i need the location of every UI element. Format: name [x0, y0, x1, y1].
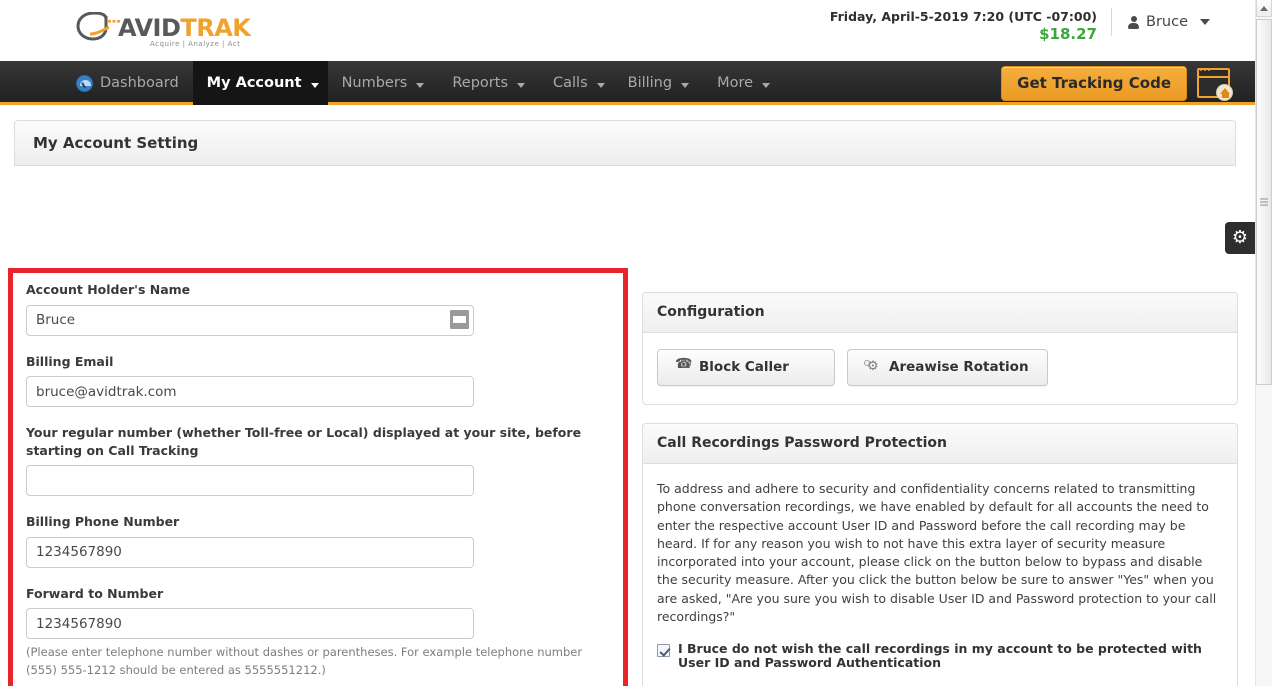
nav-item-dashboard[interactable]: Dashboard: [62, 61, 193, 105]
chevron-down-icon: [416, 82, 425, 88]
field-billing-phone-number: [26, 536, 474, 568]
logo-wordmark: AVIDTRAK: [118, 14, 251, 42]
field-account-holder-name: [26, 304, 474, 336]
areawise-rotation-label: Areawise Rotation: [889, 359, 1029, 375]
nav-item-numbers[interactable]: Numbers: [328, 61, 439, 105]
page-title-bar: My Account Setting: [14, 120, 1236, 166]
nav-right-cluster: Get Tracking Code: [1001, 61, 1233, 105]
nav-label-numbers: Numbers: [341, 75, 408, 91]
datetime-balance-group: Friday, April-5-2019 7:20 (UTC -07:00) $…: [830, 8, 1111, 44]
label-forward-to-number: Forward to Number: [26, 585, 164, 601]
gear-icon: ⚙: [1231, 227, 1249, 248]
billing-email-input[interactable]: [26, 376, 474, 407]
user-menu-label: Bruce: [1146, 14, 1188, 30]
user-icon: [1128, 15, 1139, 29]
password-protection-title: Call Recordings Password Protection: [643, 424, 1237, 464]
scroll-up-arrow-icon[interactable]: [1256, 0, 1272, 17]
logo-word-avid: AVID: [118, 14, 181, 42]
settings-gear-tab[interactable]: ⚙: [1225, 222, 1255, 254]
chevron-down-icon: [517, 82, 525, 88]
account-balance: $18.27: [1039, 25, 1097, 43]
nav-item-more[interactable]: More: [703, 61, 784, 105]
page-viewport: AVIDTRAK Acquire | Analyze | Act Friday,…: [0, 0, 1255, 686]
phone-block-icon: [675, 357, 692, 374]
regular-number-input[interactable]: [26, 465, 474, 496]
block-caller-label: Block Caller: [699, 359, 789, 375]
password-protection-panel: Call Recordings Password Protection To a…: [642, 423, 1238, 686]
label-regular-number: Your regular number (whether Toll-free o…: [26, 425, 582, 458]
nav-label-more: More: [717, 75, 754, 91]
logo-word-trak: TRAK: [180, 14, 251, 42]
nav-item-my-account[interactable]: My Account: [192, 61, 328, 105]
header-right-cluster: Friday, April-5-2019 7:20 (UTC -07:00) $…: [830, 8, 1210, 44]
top-bar: AVIDTRAK Acquire | Analyze | Act Friday,…: [0, 0, 1255, 61]
billing-phone-number-input[interactable]: [26, 536, 474, 568]
nav-label-my-account: My Account: [206, 75, 302, 91]
chevron-down-icon: [762, 82, 771, 88]
account-settings-form: Account Holder's Name Billing Email Your…: [8, 268, 628, 686]
configuration-panel-title: Configuration: [643, 293, 1237, 333]
nav-label-billing: Billing: [627, 75, 673, 91]
disable-protection-label: I Bruce do not wish the call recordings …: [678, 641, 1202, 670]
configuration-panel-body: Block Caller Areawise Rotation: [643, 333, 1237, 404]
main-navigation: Dashboard My Account Numbers Reports Cal…: [0, 61, 1255, 105]
get-tracking-code-button[interactable]: Get Tracking Code: [1001, 65, 1187, 101]
user-menu[interactable]: Bruce: [1111, 8, 1210, 36]
disable-protection-checkbox[interactable]: [657, 644, 670, 658]
chevron-down-icon: [1200, 19, 1210, 25]
page-body: My Account Setting Account Holder's Name…: [0, 105, 1255, 686]
nav-item-billing[interactable]: Billing: [614, 61, 703, 105]
configuration-panel: Configuration Block Caller Areawise Rota…: [642, 292, 1238, 405]
nav-label-dashboard: Dashboard: [100, 75, 179, 91]
nav-label-reports: Reports: [452, 75, 508, 91]
chevron-down-icon: [681, 82, 690, 88]
page-title: My Account Setting: [33, 134, 199, 152]
browser-dots: [1200, 69, 1210, 71]
avidtrak-logo[interactable]: AVIDTRAK Acquire | Analyze | Act: [76, 8, 251, 54]
disable-protection-checkbox-row[interactable]: I Bruce do not wish the call recordings …: [657, 642, 1223, 675]
scrollbar-thumb[interactable]: [1256, 19, 1272, 385]
right-column: Configuration Block Caller Areawise Rota…: [642, 292, 1238, 686]
field-regular-number: [26, 465, 474, 496]
autofill-icon[interactable]: [450, 309, 469, 329]
chevron-down-icon: [310, 82, 319, 88]
nav-item-calls[interactable]: Calls: [539, 61, 614, 105]
scrollbar-grip-icon: [1260, 198, 1268, 206]
current-datetime: Friday, April-5-2019 7:20 (UTC -07:00): [829, 9, 1097, 24]
page-scrollbar[interactable]: [1255, 0, 1272, 686]
phone-format-help-text: (Please enter telephone number without d…: [26, 645, 583, 677]
label-billing-phone-number: Billing Phone Number: [26, 514, 180, 529]
browser-window-home-icon[interactable]: [1197, 68, 1233, 101]
home-badge-icon: [1216, 84, 1233, 101]
nav-label-calls: Calls: [553, 75, 588, 91]
account-holder-name-input[interactable]: [26, 304, 474, 336]
logo-mark-icon: [76, 12, 120, 41]
gauge-icon: [76, 74, 93, 92]
password-protection-body: To address and adhere to security and co…: [643, 464, 1237, 686]
configuration-button-row: Block Caller Areawise Rotation: [657, 349, 1223, 386]
rotation-gear-icon: [864, 360, 880, 374]
label-account-holder-name: Account Holder's Name: [26, 282, 191, 297]
nav-item-reports[interactable]: Reports: [438, 61, 539, 105]
block-caller-button[interactable]: Block Caller: [657, 349, 835, 386]
label-billing-email: Billing Email: [26, 353, 114, 369]
field-forward-to-number: [26, 608, 474, 639]
field-billing-email: [26, 376, 474, 407]
forward-to-number-input[interactable]: [26, 608, 474, 639]
chevron-down-icon: [596, 82, 605, 88]
password-protection-description: To address and adhere to security and co…: [657, 481, 1217, 625]
page-root: AVIDTRAK Acquire | Analyze | Act Friday,…: [0, 0, 1272, 686]
areawise-rotation-button[interactable]: Areawise Rotation: [847, 349, 1048, 386]
logo-tagline: Acquire | Analyze | Act: [150, 40, 241, 48]
